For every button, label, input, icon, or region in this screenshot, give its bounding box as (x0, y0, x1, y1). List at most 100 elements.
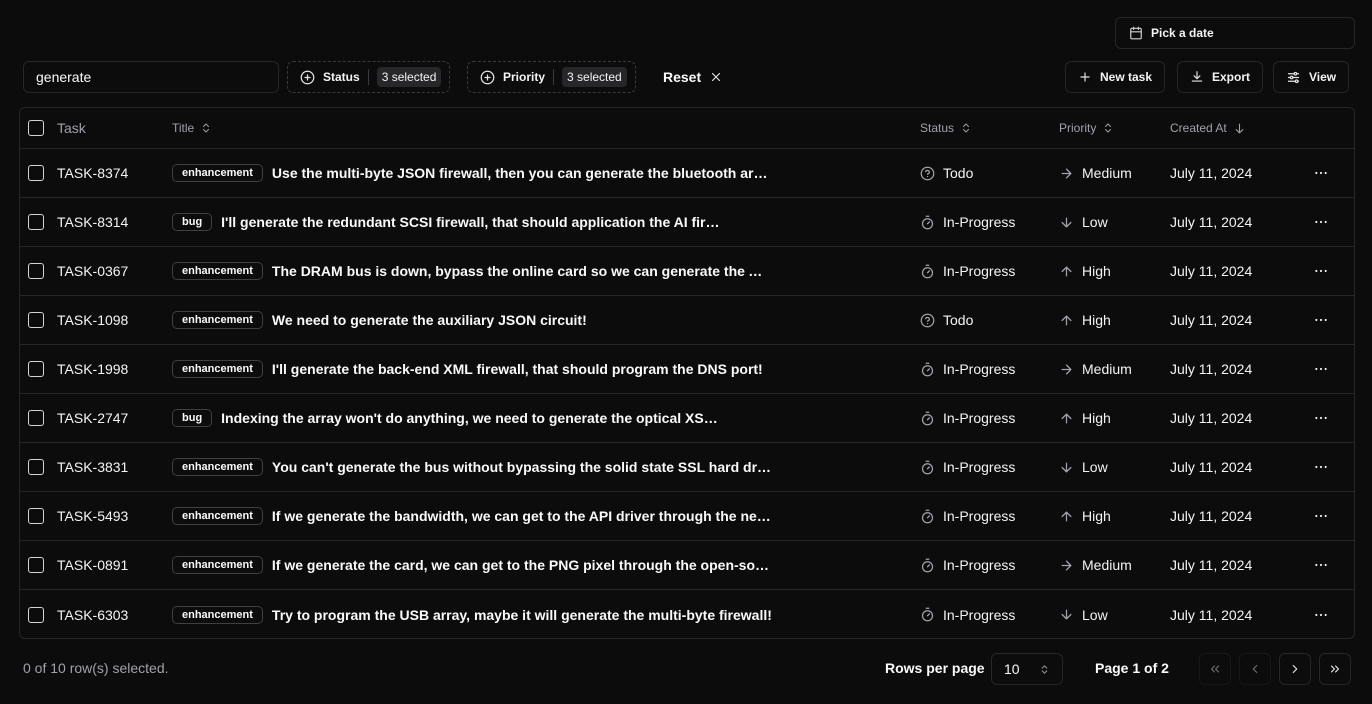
chevrons-up-down-icon (1039, 664, 1050, 675)
priority-cell: High (1059, 394, 1111, 442)
divider (367, 69, 369, 85)
row-checkbox[interactable] (28, 410, 44, 426)
row-checkbox[interactable] (28, 606, 44, 623)
task-id: TASK-6303 (57, 606, 129, 623)
column-header-priority[interactable]: Priority (1059, 108, 1114, 148)
task-id: TASK-0891 (57, 557, 129, 573)
priority-cell: High (1059, 296, 1111, 344)
date-picker-button[interactable]: Pick a date (1115, 17, 1355, 49)
task-label-badge: enhancement (172, 556, 263, 574)
table-row[interactable]: TASK-5493 enhancement If we generate the b… (20, 492, 1354, 541)
table-row[interactable]: TASK-1098 enhancement We need to generate … (20, 296, 1354, 345)
row-actions-button[interactable] (1313, 149, 1329, 197)
column-header-title[interactable]: Title (172, 108, 212, 148)
status-cell: In-Progress (920, 198, 1015, 246)
task-label-badge: bug (172, 409, 213, 427)
row-checkbox[interactable] (28, 165, 44, 181)
created-at: July 11, 2024 (1170, 214, 1253, 230)
view-button[interactable]: View (1273, 61, 1350, 93)
row-checkbox[interactable] (28, 214, 44, 230)
download-icon (1190, 70, 1204, 84)
column-header-task: Task (57, 120, 86, 136)
title-cell: enhancement We need to generate the auxil… (172, 296, 587, 344)
row-checkbox[interactable] (28, 557, 44, 573)
table-row[interactable]: TASK-8314 bug I'll generate the redundant … (20, 198, 1354, 247)
row-actions-button[interactable] (1313, 198, 1329, 246)
task-id: TASK-0367 (57, 263, 129, 279)
arrow-down-icon (1233, 122, 1246, 135)
search-input[interactable] (23, 61, 279, 93)
chevron-left-icon (1248, 662, 1262, 676)
row-actions-button[interactable] (1313, 541, 1329, 589)
sort-icon (200, 122, 212, 134)
task-label-badge: enhancement (172, 262, 263, 280)
reset-button[interactable]: Reset (655, 61, 731, 93)
status-cell: Todo (920, 149, 973, 197)
table-row[interactable]: TASK-1998 enhancement I'll generate the ba… (20, 345, 1354, 394)
row-actions-button[interactable] (1313, 492, 1329, 540)
rows-per-page-select[interactable]: 10 (991, 653, 1063, 685)
table-row[interactable]: TASK-8374 enhancement Use the multi-byte J… (20, 149, 1354, 198)
previous-page-button[interactable] (1239, 653, 1271, 685)
created-at: July 11, 2024 (1170, 410, 1253, 426)
created-at: July 11, 2024 (1170, 312, 1253, 328)
more-horizontal-icon (1313, 165, 1329, 181)
priority-filter-button[interactable]: Priority 3 selected (467, 61, 636, 93)
status-cell: In-Progress (920, 394, 1015, 442)
more-horizontal-icon (1313, 557, 1329, 573)
table-row[interactable]: TASK-6303 enhancement Try to program the U… (20, 590, 1354, 638)
column-header-created-at[interactable]: Created At (1170, 108, 1246, 148)
new-task-button[interactable]: New task (1065, 61, 1166, 93)
table-row[interactable]: TASK-0891 enhancement If we generate the c… (20, 541, 1354, 590)
row-checkbox[interactable] (28, 312, 44, 328)
row-checkbox-cell (28, 345, 44, 393)
arrow-up-icon (1059, 411, 1074, 426)
timer-icon (920, 362, 935, 377)
task-id: TASK-3831 (57, 459, 129, 475)
row-checkbox[interactable] (28, 263, 44, 279)
plus-icon (1078, 70, 1092, 84)
select-all-checkbox[interactable] (28, 120, 44, 136)
next-page-button[interactable] (1279, 653, 1311, 685)
row-actions-button[interactable] (1313, 443, 1329, 491)
more-horizontal-icon (1313, 214, 1329, 230)
column-header-status[interactable]: Status (920, 108, 972, 148)
row-actions-button[interactable] (1313, 247, 1329, 295)
task-title: The DRAM bus is down, bypass the online … (271, 263, 772, 279)
row-actions-button[interactable] (1313, 590, 1329, 638)
task-label-badge: enhancement (172, 458, 263, 476)
rows-per-page-value: 10 (1004, 661, 1020, 677)
task-label-badge: bug (172, 213, 213, 231)
table-row[interactable]: TASK-3831 enhancement You can't generate t… (20, 443, 1354, 492)
task-title: We need to generate the auxiliary JSON c… (271, 312, 587, 328)
task-title: Try to program the USB array, maybe it w… (271, 606, 772, 623)
created-at: July 11, 2024 (1170, 557, 1253, 573)
timer-icon (920, 215, 935, 230)
priority-cell: High (1059, 247, 1111, 295)
row-checkbox[interactable] (28, 508, 44, 524)
status-filter-button[interactable]: Status 3 selected (287, 61, 451, 93)
title-cell: bug Indexing the array won't do anything,… (172, 394, 721, 442)
row-checkbox-cell (28, 443, 44, 491)
title-cell: enhancement The DRAM bus is down, bypass … (172, 247, 772, 295)
row-checkbox[interactable] (28, 459, 44, 475)
row-checkbox-cell (28, 394, 44, 442)
title-cell: enhancement I'll generate the back-end XM… (172, 345, 763, 393)
row-actions-button[interactable] (1313, 394, 1329, 442)
last-page-button[interactable] (1319, 653, 1351, 685)
export-button[interactable]: Export (1177, 61, 1264, 93)
task-title: Indexing the array won't do anything, we… (221, 410, 722, 426)
row-checkbox-cell (28, 247, 44, 295)
task-id: TASK-1098 (57, 312, 129, 328)
row-actions-button[interactable] (1313, 345, 1329, 393)
row-actions-button[interactable] (1313, 296, 1329, 344)
task-id: TASK-2747 (57, 410, 129, 426)
row-checkbox[interactable] (28, 361, 44, 377)
table-row[interactable]: TASK-0367 enhancement The DRAM bus is down… (20, 247, 1354, 296)
task-id: TASK-1998 (57, 361, 129, 377)
priority-filter-label: Priority (503, 70, 546, 84)
first-page-button[interactable] (1199, 653, 1231, 685)
task-label-badge: enhancement (172, 311, 263, 329)
table-row[interactable]: TASK-2747 bug Indexing the array won't do … (20, 394, 1354, 443)
row-checkbox-cell (28, 590, 44, 638)
